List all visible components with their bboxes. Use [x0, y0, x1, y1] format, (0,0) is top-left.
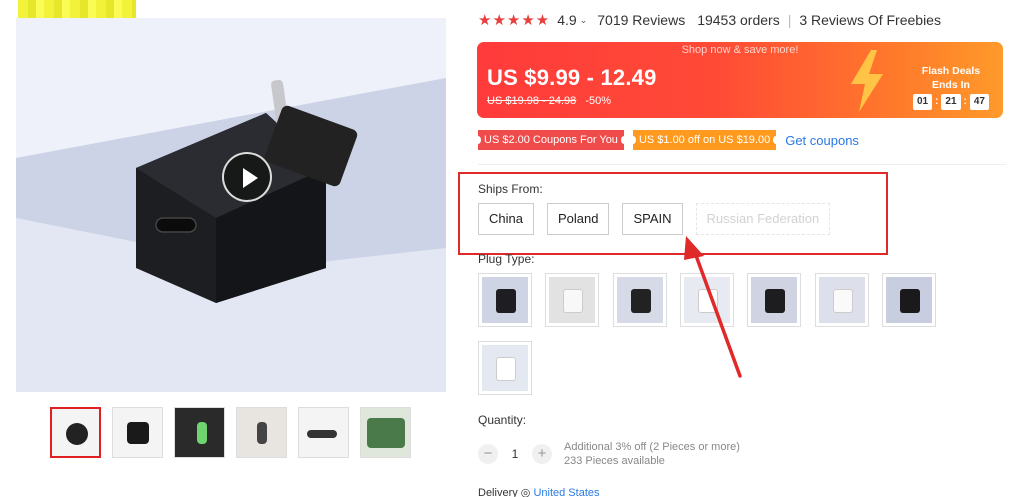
- coupon-badge[interactable]: US $1.00 off on US $19.00: [629, 130, 780, 150]
- plug-option[interactable]: [545, 273, 599, 327]
- quantity-label: Quantity:: [478, 413, 527, 427]
- ends-in-label: Ends In: [932, 79, 970, 91]
- thumbnail[interactable]: [174, 407, 225, 458]
- reviews-count[interactable]: 7019 Reviews: [597, 12, 685, 28]
- thumbnail[interactable]: [112, 407, 163, 458]
- timer-minutes: 21: [941, 94, 961, 110]
- plug-option[interactable]: [478, 273, 532, 327]
- thumbnail[interactable]: [50, 407, 101, 458]
- delivery-label: Delivery: [478, 487, 518, 497]
- quantity-info: Additional 3% off (2 Pieces or more) 233…: [564, 440, 740, 468]
- location-icon: ◎: [520, 487, 534, 497]
- freebies-reviews[interactable]: 3 Reviews Of Freebies: [799, 12, 941, 28]
- flash-deals-title: Flash Deals: [921, 65, 981, 77]
- thumbnail[interactable]: [360, 407, 411, 458]
- timer-seconds: 47: [969, 94, 989, 110]
- orders-count: 19453 orders: [697, 12, 780, 28]
- divider: |: [787, 12, 792, 28]
- coupon-badge[interactable]: US $2.00 Coupons For You: [475, 130, 627, 150]
- plug-option[interactable]: [478, 341, 532, 395]
- rating-value[interactable]: 4.9: [557, 12, 576, 28]
- charger-photo: [16, 18, 446, 392]
- delivery-country-link[interactable]: United States: [533, 487, 599, 497]
- divider: [478, 164, 1006, 165]
- price-banner: Shop now & save more! US $9.99 - 12.49 U…: [477, 42, 1003, 118]
- discount-badge: -50%: [585, 95, 612, 107]
- old-price: US $19.98 - 24.98: [487, 95, 577, 107]
- plug-option[interactable]: [613, 273, 667, 327]
- flash-deals: Flash Deals Ends In 01 : 21 : 47: [912, 64, 989, 110]
- plug-option[interactable]: [882, 273, 936, 327]
- plug-type-label: Plug Type:: [478, 252, 535, 266]
- thumbnail[interactable]: [298, 407, 349, 458]
- star-icon: ★★★★★: [478, 12, 551, 29]
- play-icon[interactable]: [222, 152, 272, 202]
- thumbnail-strip: [50, 407, 411, 458]
- lightning-icon: [851, 50, 883, 112]
- price-range: US $9.99 - 12.49: [487, 65, 657, 90]
- coupon-row: US $2.00 Coupons For You US $1.00 off on…: [475, 130, 859, 150]
- delivery-row: Delivery ◎ United States: [478, 486, 600, 497]
- stock-available: 233 Pieces available: [564, 455, 665, 467]
- rating-row: ★★★★★ 4.9 ⌄ 7019 Reviews 19453 orders | …: [478, 11, 941, 29]
- thumbnail[interactable]: [236, 407, 287, 458]
- annotation-highlight-box: [458, 172, 888, 255]
- old-price-row: US $19.98 - 24.98 -50%: [487, 95, 611, 107]
- product-main-image[interactable]: [16, 18, 446, 392]
- blurred-logo: [18, 0, 136, 18]
- quantity-decrease-button[interactable]: −: [478, 444, 498, 464]
- chevron-down-icon[interactable]: ⌄: [580, 15, 588, 26]
- quantity-stepper: − 1 + Additional 3% off (2 Pieces or mor…: [478, 440, 740, 468]
- get-coupons-link[interactable]: Get coupons: [785, 133, 859, 148]
- bulk-discount-note: Additional 3% off (2 Pieces or more): [564, 441, 740, 453]
- quantity-increase-button[interactable]: +: [532, 444, 552, 464]
- timer-hours: 01: [912, 94, 933, 110]
- plug-option[interactable]: [815, 273, 869, 327]
- countdown-timer: 01 : 21 : 47: [912, 94, 989, 110]
- annotation-arrow: [684, 236, 742, 378]
- banner-promo-text: Shop now & save more!: [681, 44, 799, 56]
- quantity-value[interactable]: 1: [498, 447, 532, 461]
